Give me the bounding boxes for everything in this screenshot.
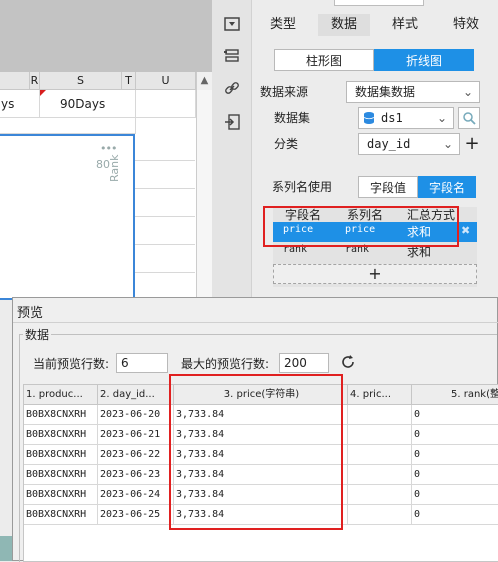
column-header-product[interactable]: 1. produc...	[24, 385, 98, 405]
table-cell: 2023-06-21	[98, 425, 174, 445]
cell-s1[interactable]: 90Days	[40, 90, 136, 118]
grid-line	[135, 244, 195, 245]
table-cell: B0BX8CNXRH	[24, 465, 98, 485]
column-header-price-number[interactable]: 4. pric...	[348, 385, 412, 405]
column-header-r[interactable]: R	[30, 72, 40, 90]
data-source-label: 数据来源	[260, 85, 309, 99]
data-group-label: 数据	[23, 326, 52, 343]
panel-top-field[interactable]	[334, 0, 424, 6]
column-header-s[interactable]: S	[40, 72, 122, 90]
table-cell: 2023-06-24	[98, 485, 174, 505]
grid-line	[135, 188, 195, 189]
chart-widget[interactable]: ••• 80 Rank	[0, 134, 135, 300]
chevron-down-icon: ⌄	[442, 137, 453, 151]
table-cell: B0BX8CNXRH	[24, 505, 98, 525]
dataset-value: ds1	[381, 111, 403, 125]
table-cell	[348, 465, 412, 485]
category-select[interactable]: day_id ⌄	[358, 133, 460, 155]
chevron-down-icon: ⌄	[436, 111, 447, 125]
table-cell: 0	[412, 485, 498, 505]
table-cell: B0BX8CNXRH	[24, 425, 98, 445]
vertical-scrollbar[interactable]	[196, 90, 212, 300]
chart-type-line-button[interactable]: 折线图	[374, 49, 474, 71]
column-header-rank[interactable]: 5. rank(整	[412, 385, 498, 405]
table-cell	[348, 425, 412, 445]
table-cell	[348, 485, 412, 505]
hyperlink-icon[interactable]	[222, 78, 242, 98]
max-rows-label: 最大的预览行数:	[181, 357, 270, 371]
table-cell: 0	[412, 465, 498, 485]
sheet-toolbar-area	[0, 0, 212, 72]
refresh-icon	[342, 355, 354, 368]
table-cell: 2023-06-25	[98, 505, 174, 525]
tab-effects[interactable]: 特效	[440, 14, 492, 36]
cell-row2[interactable]	[0, 118, 136, 134]
chevron-down-icon: ⌄	[462, 85, 473, 99]
more-options-icon[interactable]: •••	[100, 142, 117, 155]
import-icon[interactable]	[222, 112, 242, 132]
table-cell	[348, 405, 412, 425]
table-cell: B0BX8CNXRH	[24, 485, 98, 505]
data-source-select[interactable]: 数据集数据 ⌄	[346, 81, 480, 103]
scroll-up-arrow-icon[interactable]: ▲	[196, 72, 212, 90]
table-cell: B0BX8CNXRH	[24, 445, 98, 465]
sheet-edge-strip	[0, 536, 12, 561]
add-series-button[interactable]: +	[273, 264, 477, 284]
chart-properties-panel: 类型 数据 样式 特效 柱形图 折线图 数据来源 数据集数据 ⌄ 数据集 ds1…	[252, 0, 498, 300]
spreadsheet-grid[interactable]: R S T U ▲ ys 90Days ••• 80 Rank	[0, 72, 212, 300]
series-mode-field-name-button[interactable]: 字段名	[418, 176, 476, 198]
current-rows-label: 当前预览行数:	[33, 357, 110, 371]
column-header-u[interactable]: U	[136, 72, 196, 90]
cell-q1[interactable]: ys	[0, 90, 40, 118]
dialog-title: 预览	[17, 306, 44, 321]
grid-line	[135, 160, 195, 161]
series-mode-field-value-button[interactable]: 字段值	[358, 176, 418, 198]
table-cell: 0	[412, 445, 498, 465]
highlight-box	[263, 206, 459, 247]
column-header-q	[0, 72, 30, 90]
dataset-label: 数据集	[274, 111, 311, 125]
search-icon	[463, 112, 476, 125]
tab-data[interactable]: 数据	[318, 14, 370, 36]
tab-style[interactable]: 样式	[378, 14, 432, 36]
data-source-value: 数据集数据	[355, 85, 416, 99]
table-cell: 0	[412, 405, 498, 425]
delete-row-icon[interactable]: ✖	[461, 224, 470, 237]
tab-type[interactable]: 类型	[256, 14, 310, 36]
add-category-button[interactable]: +	[462, 133, 482, 155]
cell-u1[interactable]	[136, 90, 196, 118]
column-header-t[interactable]: T	[122, 72, 136, 90]
refresh-button[interactable]	[340, 354, 356, 370]
category-label: 分类	[274, 137, 299, 151]
grid-line	[135, 216, 195, 217]
side-icon-toolbar	[212, 0, 252, 300]
table-cell: 2023-06-20	[98, 405, 174, 425]
dataset-select[interactable]: ds1 ⌄	[358, 107, 454, 129]
table-cell: 0	[412, 505, 498, 525]
search-button[interactable]	[458, 107, 480, 129]
table-cell	[348, 445, 412, 465]
series-name-label: 系列名使用	[272, 180, 333, 194]
chart-type-bar-button[interactable]: 柱形图	[274, 49, 374, 71]
table-cell: B0BX8CNXRH	[24, 405, 98, 425]
table-cell: 2023-06-22	[98, 445, 174, 465]
title-divider	[13, 322, 498, 323]
comment-marker-icon	[40, 90, 46, 96]
highlight-box	[169, 374, 343, 530]
category-value: day_id	[367, 137, 411, 151]
y-axis-label: Rank	[108, 154, 121, 182]
column-header-day-id[interactable]: 2. day_id...	[98, 385, 174, 405]
database-icon	[363, 112, 375, 124]
preview-dialog: 预览 数据 当前预览行数: 6 最大的预览行数: 200 1. produc..…	[12, 297, 498, 562]
max-rows-input[interactable]: 200	[279, 353, 329, 373]
table-cell	[348, 505, 412, 525]
table-cell: 2023-06-23	[98, 465, 174, 485]
cell-element-icon[interactable]	[222, 14, 242, 34]
grid-line	[135, 272, 195, 273]
table-cell: 0	[412, 425, 498, 445]
current-rows-input[interactable]: 6	[116, 353, 168, 373]
condition-attribute-icon[interactable]	[222, 46, 242, 66]
